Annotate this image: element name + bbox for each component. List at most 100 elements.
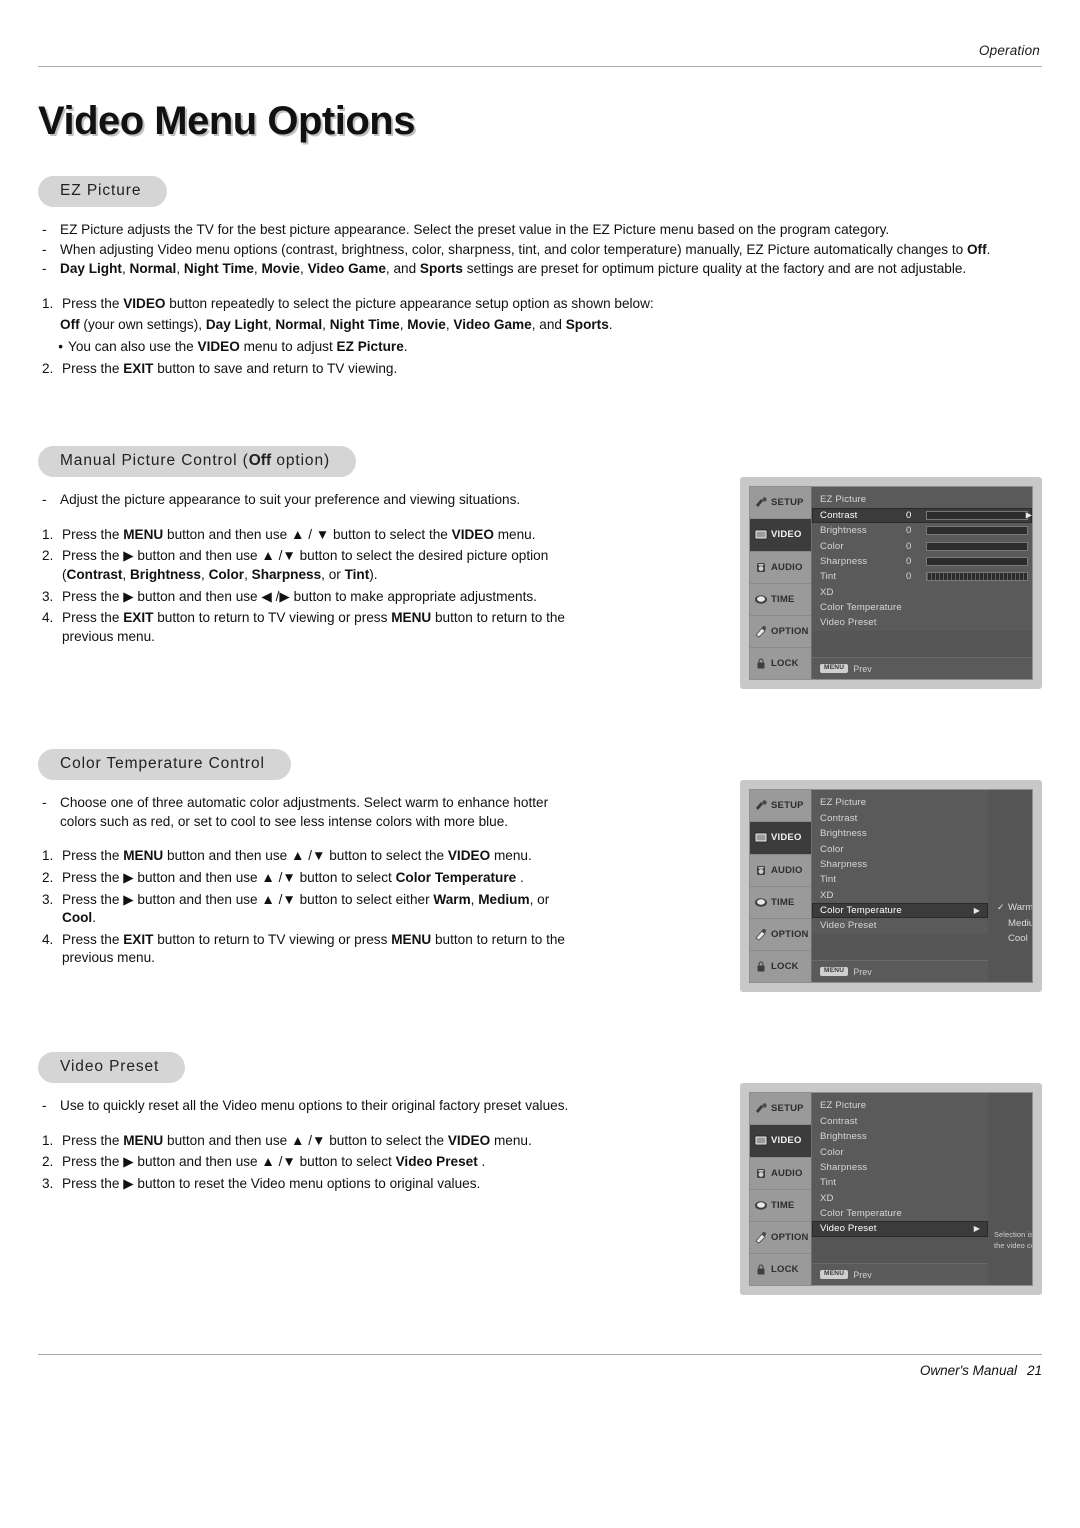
pill-bold-off: Off [248,452,272,470]
option-icon [754,1231,768,1244]
osd-menu-item[interactable]: Color Temperature ▶ [812,902,988,919]
list-text: Press the MENU button and then use ▲ /▼ … [62,1132,532,1148]
osd-slider-bar[interactable] [926,572,1028,582]
osd-sidebar-item-lock[interactable]: LOCK [750,648,811,679]
list-marker: - [42,241,47,257]
text-row: - Use to quickly reset all the Video menu… [38,1097,583,1116]
osd-menu-list-2: EZ Picture Contrast Brightness Color Sharpne… [812,790,988,934]
prev-label: Prev [853,663,872,674]
osd-footer-1: MENU Prev [812,657,1032,680]
page-footer: Owner's Manual 21 [38,1354,1042,1378]
osd-sidebar-item-video[interactable]: VIDEO [750,519,811,552]
osd-menu-item[interactable]: Tint [812,872,988,887]
osd-sidebar-item-audio[interactable]: AUDIO [750,855,811,887]
osd-menu-item[interactable]: Color Temperature [812,600,1032,615]
text-row: - Adjust the picture appearance to suit y… [38,491,583,510]
osd-menu-item[interactable]: Contrast [812,1114,988,1129]
osd-menu-item[interactable]: Sharpness 0 [812,554,1032,569]
option-icon [754,928,768,941]
list-text: Adjust the picture appearance to suit yo… [60,492,521,508]
osd-sidebar-item-setup[interactable]: SETUP [750,1093,811,1126]
audio-icon [754,561,768,574]
osd-menu-item[interactable]: Sharpness [812,1160,988,1175]
osd-sidebar-item-option[interactable]: OPTION [750,616,811,649]
osd-menu-item[interactable]: Tint 0 [812,569,1032,584]
list-text: Press the EXIT button to save and return… [62,360,398,376]
osd-menu-item[interactable]: Brightness 0 [812,523,1032,538]
osd-slider-bar[interactable]: ▶ [926,510,1032,520]
osd-sidebar-label: AUDIO [771,561,803,573]
text-row: 2. Press the ▶ button and then use ▲ /▼ b… [38,869,583,888]
osd-menu-label: Tint [820,874,837,886]
osd-sidebar-item-lock[interactable]: LOCK [750,951,811,982]
osd-menu-item[interactable]: Tint [812,1175,988,1190]
osd-sidebar-item-option[interactable]: OPTION [750,1222,811,1255]
osd-sidebar-label: LOCK [771,961,799,973]
osd-menu-item[interactable]: Contrast [812,811,988,826]
text-row: Off (your own settings), Day Light, Norm… [38,316,1042,335]
osd-menu-item[interactable]: XD [812,585,1032,600]
osd-menu-item[interactable]: Video Preset [812,918,988,933]
osd-sidebar-3: SETUP VIDEO AUDIO TIME OPTION LOCK [750,1093,812,1286]
osd-sidebar-item-option[interactable]: OPTION [750,919,811,952]
osd-menu-item[interactable]: EZ Picture [812,1098,988,1113]
list-marker: 2. [42,869,54,885]
osd-menu-label: Video Preset [820,920,877,932]
osd-sidebar-item-setup[interactable]: SETUP [750,487,811,520]
osd-menu-item[interactable]: Brightness [812,1129,988,1144]
osd-menu-label: Tint [820,571,837,583]
osd-option-label: Cool [1008,933,1028,945]
time-icon [754,896,768,909]
osd-menu-item[interactable]: EZ Picture [812,795,988,810]
osd-sidebar-item-video[interactable]: VIDEO [750,822,811,855]
osd-slider-bar[interactable] [926,526,1028,536]
osd-menu-item[interactable]: XD [812,888,988,903]
osd-menu-label: Contrast [820,509,858,521]
osd-option-cool[interactable]: Cool [993,931,1032,946]
osd-menu-item[interactable]: Color [812,1144,988,1159]
osd-menu-label: Brightness [820,525,867,537]
text-row: - EZ Picture adjusts the TV for the best … [38,221,1042,240]
osd-menu-item[interactable]: Color 0 [812,538,1032,553]
audio-icon [754,864,768,877]
osd-slider-bar[interactable] [926,556,1028,566]
osd-sidebar-item-time[interactable]: TIME [750,887,811,919]
list-marker: 1. [42,526,54,542]
osd-menu-item[interactable]: Color [812,841,988,856]
osd-sidebar-item-audio[interactable]: AUDIO [750,552,811,584]
osd-menu-item[interactable]: EZ Picture [812,492,1032,507]
osd-sidebar-item-lock[interactable]: LOCK [750,1254,811,1285]
osd-menu-item[interactable]: Brightness [812,826,988,841]
osd-sidebar-item-setup[interactable]: SETUP [750,790,811,823]
osd-sidebar-item-time[interactable]: TIME [750,584,811,616]
color-temp-bullets: - Choose one of three automatic color adj… [38,794,583,831]
list-marker: - [42,795,47,811]
osd-menu-label: XD [820,1192,834,1204]
osd-menu-item[interactable]: Video Preset [812,615,1032,630]
osd-menu-item[interactable]: Color Temperature [812,1206,988,1221]
footer-manual-label: Owner's Manual [919,1363,1017,1378]
osd-option-warm[interactable]: ✓ Warm [993,900,1032,915]
osd-menu-item[interactable]: Sharpness [812,857,988,872]
osd-slider-bar[interactable] [926,541,1028,551]
text-row: • You can also use the VIDEO menu to adju… [38,338,1042,357]
osd-menu-label: XD [820,586,834,598]
list-text: Press the ▶ button and then use ▲ /▼ but… [62,1154,486,1170]
prev-label: Prev [853,1269,872,1280]
osd-menu-item[interactable]: XD [812,1191,988,1206]
list-marker: 3. [42,891,54,907]
text-row: 3. Press the ▶ button and then use ◀ /▶ b… [38,588,583,607]
osd-option-medium[interactable]: Medium [993,916,1032,931]
lock-icon [754,657,768,670]
pill-prefix: Manual Picture Control ( [60,452,249,470]
osd-menu-item[interactable]: Video Preset ▶ [812,1221,988,1237]
osd-sidebar-item-audio[interactable]: AUDIO [750,1158,811,1190]
osd-menu-label: EZ Picture [820,494,867,506]
osd-menu-item[interactable]: Contrast 0 ▶ [812,507,1032,523]
osd-sidebar-label: TIME [771,896,795,908]
osd-sidebar-item-time[interactable]: TIME [750,1190,811,1222]
osd-sidebar-item-video[interactable]: VIDEO [750,1125,811,1158]
list-marker: • [58,338,63,354]
page-header: Operation [38,0,1042,67]
chevron-right-icon: ▶ [1025,510,1032,520]
